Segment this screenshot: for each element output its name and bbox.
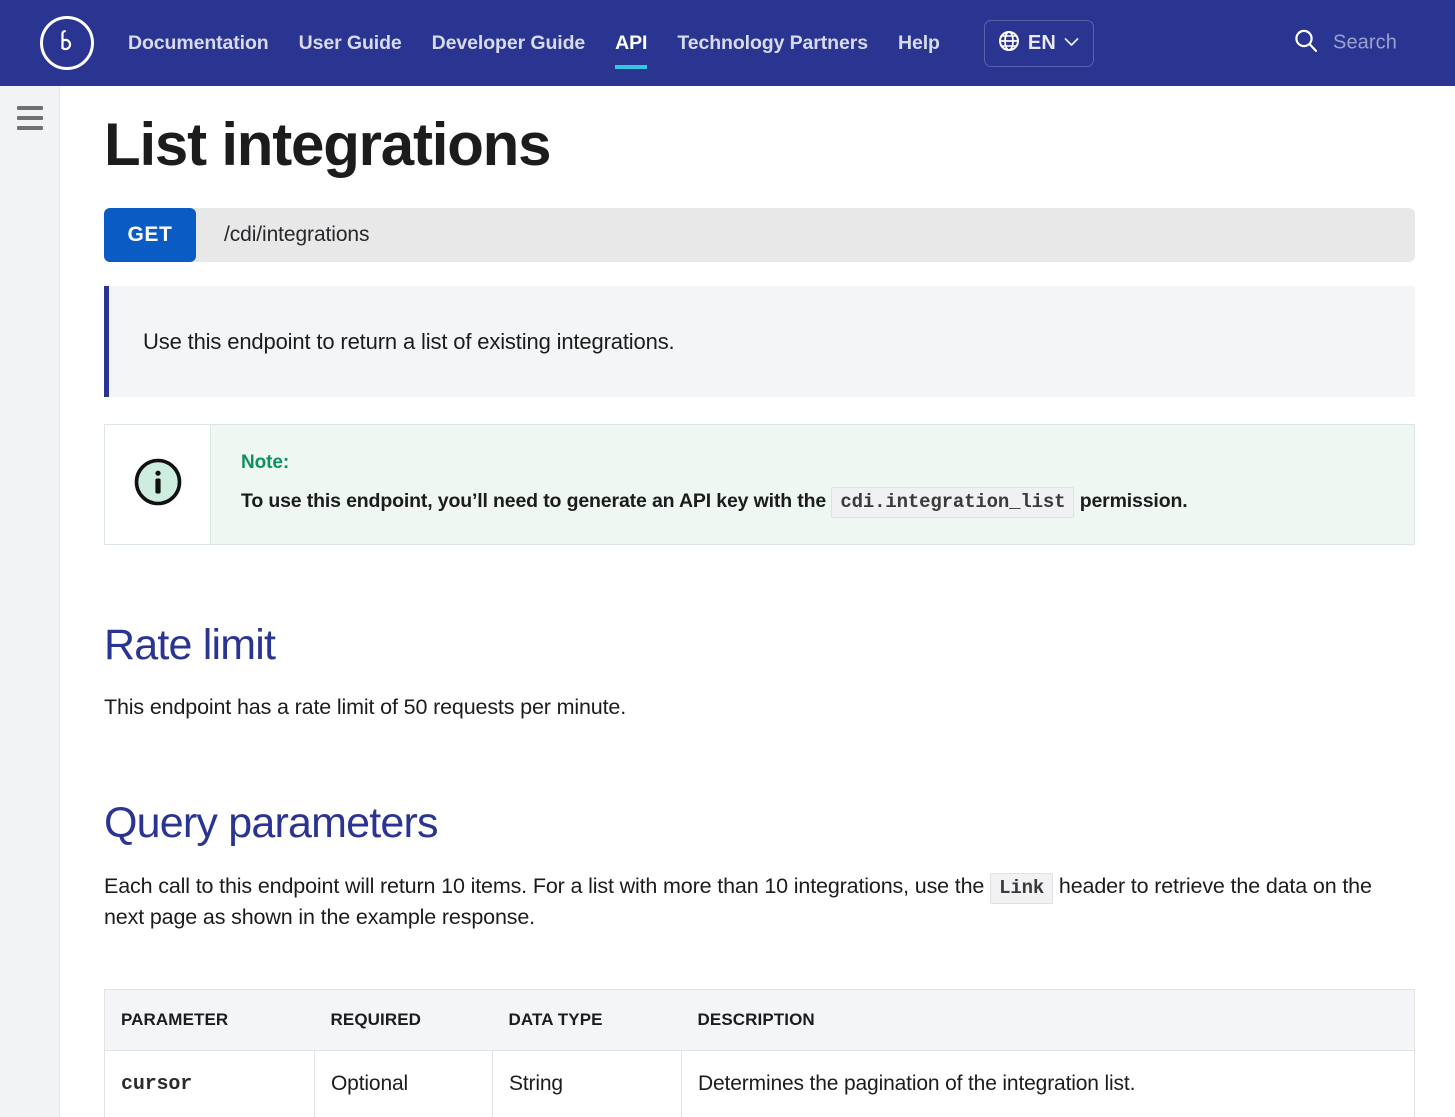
cell-description: Determines the pagination of the integra… (681, 1050, 1415, 1117)
main-content: List integrations GET /cdi/integrations … (60, 86, 1455, 1117)
rate-limit-paragraph: This endpoint has a rate limit of 50 req… (104, 695, 627, 720)
table-header-parameter: PARAMETER (104, 989, 315, 1052)
note-text: To use this endpoint, you’ll need to gen… (241, 487, 1384, 518)
search-icon (1293, 28, 1319, 59)
table-header-data-type: DATA TYPE (492, 989, 682, 1052)
language-code-label: EN (1027, 31, 1057, 54)
cell-data-type: String (492, 1050, 682, 1117)
cell-parameter: cursor (104, 1050, 315, 1117)
note-label: Note: (241, 452, 290, 473)
table-head: PARAMETER REQUIRED DATA TYPE DESCRIPTION (104, 989, 1415, 1052)
query-parameters-paragraph-part1: Each call to this endpoint will return 1… (104, 873, 985, 898)
table-header-row: PARAMETER REQUIRED DATA TYPE DESCRIPTION (104, 989, 1415, 1052)
nav-link-developer-guide[interactable]: Developer Guide (432, 26, 586, 61)
endpoint-bar: GET /cdi/integrations (104, 208, 1415, 262)
endpoint-description-text: Use this endpoint to return a list of ex… (143, 328, 675, 354)
bazaarvoice-b-logo-icon[interactable] (40, 16, 94, 70)
left-sidebar (0, 86, 60, 1117)
cell-required: Optional (314, 1050, 493, 1117)
nav-link-documentation[interactable]: Documentation (128, 26, 269, 61)
language-selector[interactable]: EN (983, 19, 1095, 67)
page-shell: List integrations GET /cdi/integrations … (0, 86, 1455, 1117)
table-row: cursor Optional String Determines the pa… (104, 1050, 1415, 1117)
nav-link-help[interactable]: Help (898, 26, 940, 61)
endpoint-description-callout: Use this endpoint to return a list of ex… (104, 286, 1415, 397)
note-callout: Note: To use this endpoint, you’ll need … (104, 424, 1415, 545)
note-inline-code: cdi.integration_list (831, 487, 1075, 518)
hamburger-bar (16, 126, 43, 130)
hamburger-bar (16, 116, 43, 120)
link-header-inline-code: Link (990, 872, 1054, 904)
endpoint-path: /cdi/integrations (224, 223, 370, 246)
hamburger-menu-icon[interactable] (16, 106, 43, 130)
hamburger-bar (16, 106, 43, 110)
globe-icon (998, 30, 1020, 57)
query-parameters-heading: Query parameters (104, 799, 439, 848)
query-parameters-table: PARAMETER REQUIRED DATA TYPE DESCRIPTION… (104, 989, 1415, 1117)
table-body: cursor Optional String Determines the pa… (104, 1050, 1415, 1117)
info-circle-icon (132, 456, 184, 513)
chevron-down-icon (1064, 34, 1079, 52)
note-body: Note: To use this endpoint, you’ll need … (211, 425, 1414, 544)
nav-link-user-guide[interactable]: User Guide (299, 26, 402, 61)
query-parameters-paragraph: Each call to this endpoint will return 1… (104, 871, 1394, 934)
search-box[interactable]: Search (1293, 28, 1397, 59)
nav-link-api[interactable]: API (615, 26, 648, 69)
nav-link-technology-partners[interactable]: Technology Partners (677, 26, 868, 61)
note-text-after: permission. (1079, 490, 1188, 512)
http-method-badge: GET (104, 208, 196, 262)
note-text-before: To use this endpoint, you’ll need to gen… (241, 490, 827, 512)
primary-nav-links: Documentation User Guide Developer Guide… (128, 19, 1095, 69)
search-input-placeholder[interactable]: Search (1333, 32, 1397, 55)
rate-limit-heading: Rate limit (104, 620, 276, 669)
top-navigation-bar: Documentation User Guide Developer Guide… (0, 0, 1455, 86)
table-header-required: REQUIRED (314, 989, 493, 1052)
table-header-description: DESCRIPTION (681, 989, 1415, 1052)
note-icon-cell (105, 425, 211, 544)
page-title: List integrations (104, 111, 552, 178)
